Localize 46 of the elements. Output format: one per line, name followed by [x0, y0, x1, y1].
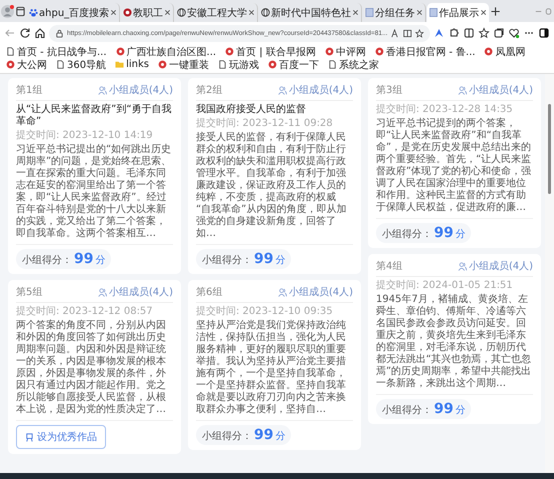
- tab-title: 新时代中国特色社: [271, 6, 352, 20]
- bookmark[interactable]: 香港日报官网 - 鲁...: [374, 45, 476, 58]
- submit-time: 提交时间: 2023-12-10 09:35: [196, 306, 334, 318]
- group-label: 第2组: [196, 84, 222, 97]
- score-badge: 小组得分：99 分: [16, 249, 112, 269]
- work-title: 我国政府接受人民的监督: [196, 104, 307, 116]
- work-title: 从“让人民来监督政府”到“勇于自我革命”: [16, 104, 173, 128]
- browser-tab[interactable]: 作品展示: [427, 3, 490, 22]
- group-label: 第1组: [16, 84, 42, 97]
- bookmark[interactable]: 360导航: [56, 58, 106, 71]
- tab-title: 作品展示: [439, 6, 480, 20]
- tab-title: 教职工: [133, 6, 164, 20]
- score-badge: 小组得分：99 分: [196, 249, 292, 269]
- submit-time: 提交时间: 2023-12-28 14:35: [376, 104, 514, 116]
- group-label: 第4组: [376, 260, 402, 273]
- mark-excellent-button[interactable]: 设为优秀作品: [16, 425, 106, 449]
- bookmark[interactable]: 系统之家: [328, 58, 379, 71]
- score-badge: 小组得分：99 分: [376, 223, 472, 243]
- work-excerpt: 坚持从严治党是我们党保持政治纯洁性，保持队伍担当，强化为人民服务精神，更好的履职尽职的重要举措。我认为坚持从严治党主要措施有两个，一个是坚持自我革命，一个是坚持群众监督。坚持自我革命就是要以政府刀刃向内之苦来换取群众办事之便利，坚持自…: [196, 320, 347, 416]
- work-excerpt: 习近平总书记提到的两个答案，即“让人民来监督政府”和“自我革命”，是党在历史发展中总结出来的两个重要经验。首先，“让人民来监督政府”体现了党的初心和使命，强调了人民在国家治理中的重要地位和作用。这种民主监督的方式有助于保障人民权益，促进政府的廉…: [376, 118, 532, 214]
- work-excerpt: 两个答案的角度不同，分别从内因和外因的角度回答了如何跳出历史周期率问题。内因和外因是辩证统一的关系，内因是事物发展的根本原因，外因是事物发展的条件，外因只有通过内因才能起作用。党之所以能够自愿接受人民监督，从根本上说，是因为党的性质决定了…: [16, 320, 167, 416]
- bookmark[interactable]: 一键重装: [158, 58, 209, 71]
- group-label: 第3组: [376, 84, 402, 97]
- score-badge: 小组得分：99 分: [196, 425, 292, 445]
- submit-time: 提交时间: 2024-01-05 21:51: [376, 280, 514, 292]
- bookmark[interactable]: 中评网: [324, 45, 366, 58]
- bookmark[interactable]: 大公网: [6, 58, 47, 71]
- tab-title: 分组任务: [375, 6, 416, 20]
- score-badge: 小组得分：99 分: [376, 399, 472, 419]
- work-excerpt: 1945年7月，褚辅成、黄炎培、左舜生、章伯钧、傅斯年、冷遹等六名国民参政会参政员访问延安。回重庆之前，黄炎培先生来到毛泽东的窑洞里，对毛泽东说，历朝历代都无法跳出“其兴也勃焉，其亡也忽焉”的历史周期率，希望中共能找出一条新路，来跳出这个周期…: [376, 294, 532, 390]
- bookmark[interactable]: links: [115, 58, 149, 71]
- bookmark[interactable]: 首页 - 抗日战争与...: [6, 45, 107, 58]
- group-label: 第6组: [196, 286, 222, 299]
- bookmark[interactable]: 百度一下: [268, 58, 319, 71]
- tab-title: ahpu_百度搜索: [39, 6, 110, 20]
- work-excerpt: 习近平总书记提出的“如何跳出历史周期率”的问题，是党始终在思索、一直在探索的重大问题。毛泽东同志在延安的窑洞里给出了第一个答案，即“让人民来监督政府”。经过百年奋斗特别是党的十八大以来新的实践，党又给出了第二个答案，即自我革命。这两个答案相互…: [16, 144, 172, 240]
- submit-time: 提交时间: 2023-12-11 09:28: [196, 118, 334, 130]
- bookmark[interactable]: 玩游戏: [218, 58, 259, 71]
- submit-time: 提交时间: 2023-12-12 08:57: [16, 306, 154, 318]
- bookmark[interactable]: 广西壮族自治区图...: [116, 45, 216, 58]
- submit-time: 提交时间: 2023-12-10 14:19: [16, 130, 154, 142]
- bookmark[interactable]: 首页 | 联合早报网: [225, 45, 316, 58]
- bookmark[interactable]: 凤凰网: [484, 45, 526, 58]
- tab-title: 安徽工程大学: [187, 6, 248, 20]
- work-excerpt: 接受人民的监督，有利于保障人民群众的权利和自由，有利于防止行政权利的缺失和滥用职权提高行政管理水平。自我革命，有利于加强廉政建设，保证政府及工作人员的纯粹，不变质，提高政府的权威 “自我革命”从内因的角度，即从加强党的自身建设新角度，回答了如…: [196, 132, 348, 240]
- group-label: 第5组: [16, 286, 42, 299]
